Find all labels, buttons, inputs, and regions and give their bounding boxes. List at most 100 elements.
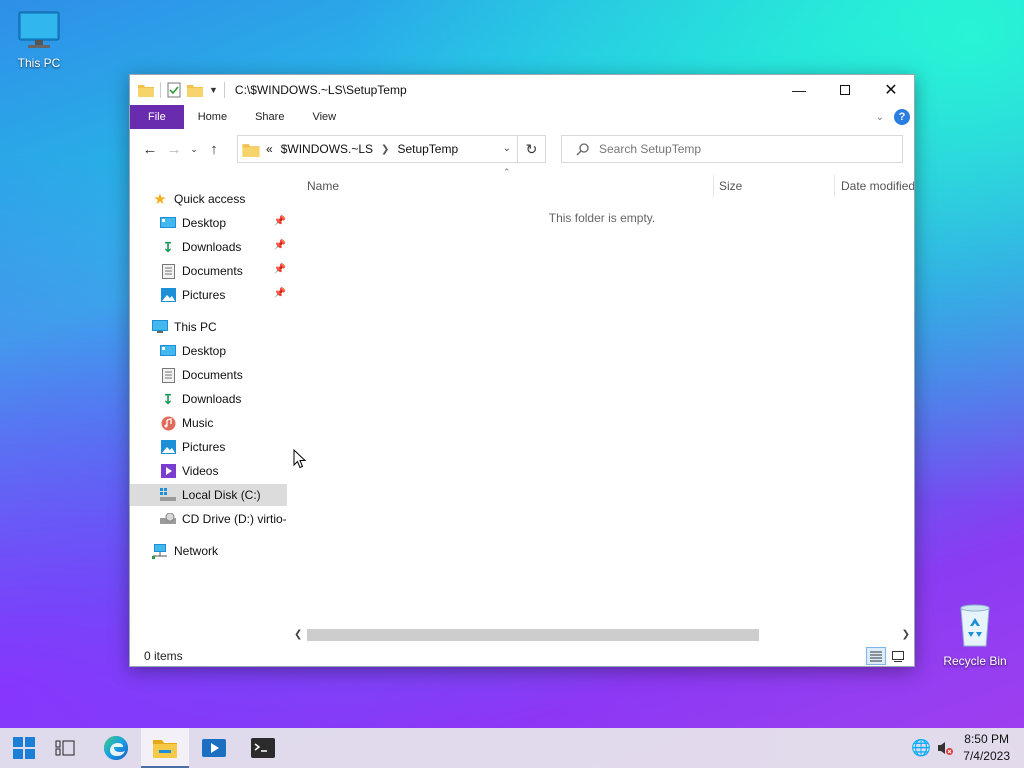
clock-time: 8:50 PM [964,732,1009,746]
scrollbar-thumb[interactable] [307,629,759,641]
terminal-button[interactable] [239,728,287,768]
chevron-down-icon: ⌄ [190,143,198,154]
minimize-icon: — [792,82,806,98]
tab-home[interactable]: Home [184,105,241,129]
column-divider[interactable] [713,175,714,197]
nav-network[interactable]: Network [152,540,282,562]
expand-ribbon-icon[interactable]: ⌄ [876,112,884,123]
pictures-icon [160,439,176,455]
nav-quick-access[interactable]: ★ Quick access [152,188,282,210]
pin-icon[interactable]: 📌 [274,216,286,227]
customize-toolbar-icon[interactable]: ▼ [209,85,218,95]
ribbon-tabs: File Home Share View ⌄ ? [130,105,914,129]
windows-logo-icon [13,737,35,759]
scroll-right-icon[interactable]: ❯ [902,629,910,640]
nav-pc-documents[interactable]: Documents [160,364,286,386]
column-header-date-modified[interactable]: Date modified [841,175,914,197]
nav-label: Videos [182,464,219,478]
nav-label: Documents [182,264,243,278]
large-icons-view-button[interactable] [888,647,908,665]
search-box[interactable]: Search SetupTemp [561,135,903,163]
media-player-button[interactable] [190,728,238,768]
quick-access-toolbar: ▼ [130,82,225,98]
file-list[interactable]: ⌃ Name Size Date modified This folder is… [290,167,914,631]
chevron-down-icon[interactable]: ⌄ [503,143,511,154]
breadcrumb-item[interactable]: $WINDOWS.~LS [281,142,373,156]
column-header-size[interactable]: Size [719,175,829,197]
nav-label: Desktop [182,216,227,230]
volume-muted-icon[interactable] [937,740,954,756]
clock[interactable]: 8:50 PM 7/4/2023 [963,731,1010,765]
task-view-icon [55,740,75,756]
media-player-icon [202,739,226,757]
download-icon: ↧ [162,238,174,255]
system-tray: 🌐 8:50 PM 7/4/2023 [911,728,1024,768]
network-icon [152,543,168,559]
breadcrumb-overflow[interactable]: « [266,142,273,156]
close-button[interactable]: ✕ [868,75,914,105]
edge-button[interactable] [92,728,140,768]
nav-pc-videos[interactable]: Videos [160,460,286,482]
recycle-bin-icon [960,604,990,647]
help-icon[interactable]: ? [894,109,910,125]
breadcrumb-item[interactable]: SetupTemp [397,142,458,156]
refresh-button[interactable]: ↻ [518,135,546,163]
desktop-recycle-bin[interactable]: Recycle Bin [939,602,1011,668]
nav-pc-local-disk[interactable]: Local Disk (C:) [130,484,287,506]
nav-quick-pictures[interactable]: Pictures 📌 [160,284,286,306]
new-folder-icon[interactable] [187,83,203,97]
nav-quick-downloads[interactable]: ↧ Downloads 📌 [160,236,286,258]
recent-locations-button[interactable]: ⌄ [186,135,202,163]
close-icon: ✕ [884,82,898,99]
maximize-button[interactable] [822,75,868,105]
nav-pc-downloads[interactable]: ↧ Downloads [160,388,286,410]
pin-icon[interactable]: 📌 [274,240,286,251]
minimize-button[interactable]: — [776,75,822,105]
tab-file[interactable]: File [130,105,184,129]
up-arrow-icon: ↑ [210,140,218,158]
nav-quick-documents[interactable]: Documents 📌 [160,260,286,282]
nav-quick-desktop[interactable]: Desktop 📌 [160,212,286,234]
toolbar-divider [223,82,225,98]
up-button[interactable]: ↑ [202,135,226,163]
column-header-name[interactable]: Name [307,175,707,197]
search-icon [576,142,589,155]
video-icon [160,463,176,479]
column-divider[interactable] [834,175,835,197]
nav-pc-pictures[interactable]: Pictures [160,436,286,458]
back-button[interactable]: ← [138,135,162,163]
file-explorer-button[interactable] [141,728,189,768]
nav-label: Music [182,416,214,430]
taskbar: 🌐 8:50 PM 7/4/2023 [0,728,1024,768]
clock-date: 7/4/2023 [963,749,1010,763]
nav-label: Network [174,544,219,558]
nav-label: Documents [182,368,243,382]
nav-pc-music[interactable]: Music [160,412,286,434]
nav-label: Pictures [182,440,226,454]
network-globe-icon[interactable]: 🌐 [911,738,931,758]
mouse-cursor-icon [293,449,307,469]
chevron-right-icon[interactable]: ❯ [381,144,389,155]
desktop-this-pc[interactable]: This PC [3,10,75,70]
details-view-button[interactable] [866,647,886,665]
window-controls: — ✕ [776,75,914,105]
tab-view[interactable]: View [298,105,350,129]
folder-icon [138,85,154,97]
horizontal-scrollbar[interactable]: ❮ ❯ [290,627,914,643]
pin-icon[interactable]: 📌 [274,264,286,275]
scroll-left-icon[interactable]: ❮ [294,629,302,640]
search-placeholder: Search SetupTemp [599,142,702,156]
nav-pc-cd-drive[interactable]: CD Drive (D:) virtio- [160,508,286,530]
nav-this-pc[interactable]: This PC [152,316,282,338]
large-icons-view-icon [892,650,904,662]
status-bar: 0 items [130,645,914,667]
desktop-icon [160,343,176,359]
title-bar[interactable]: ▼ C:\$WINDOWS.~LS\SetupTemp — ✕ [130,75,914,105]
nav-pc-desktop[interactable]: Desktop [160,340,286,362]
address-bar[interactable]: « $WINDOWS.~LS ❯ SetupTemp ⌄ [237,135,518,163]
properties-icon[interactable] [167,82,181,98]
forward-button[interactable]: → [162,135,186,163]
tab-share[interactable]: Share [241,105,298,129]
pin-icon[interactable]: 📌 [274,288,286,299]
task-view-button[interactable] [41,728,89,768]
